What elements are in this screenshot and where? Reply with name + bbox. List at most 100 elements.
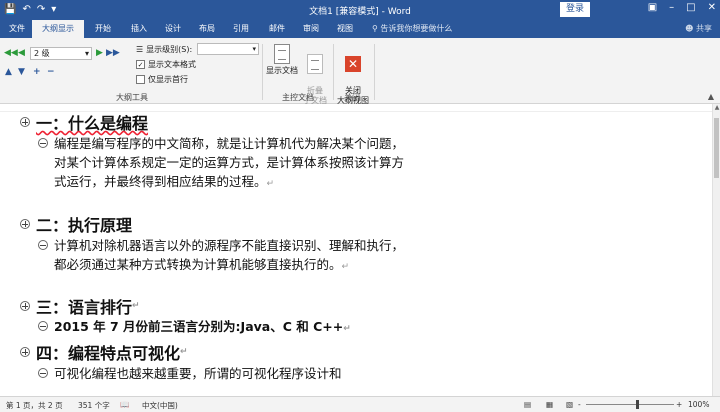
outline-body-1[interactable]: 编程是编写程序的中文简称，就是让计算机代为解决某个问题，对某个计算体系规定一定的…: [38, 134, 414, 194]
heading-text: 三：语言排行: [36, 298, 133, 317]
word-count[interactable]: 351 个字: [78, 400, 110, 411]
body-text-icon: [38, 240, 48, 250]
expand-heading-icon[interactable]: [20, 347, 30, 357]
read-mode-icon[interactable]: ▤: [524, 400, 531, 409]
title-bar: 💾 ↶ ↷ ▾ 文档1 [兼容模式] - Word 登录 ▣ – □ ✕: [0, 0, 720, 20]
expand-heading-icon[interactable]: [20, 117, 30, 127]
share-button[interactable]: ☻ 共享: [685, 20, 712, 38]
login-button[interactable]: 登录: [560, 2, 590, 17]
show-document-button[interactable]: 显示文档: [266, 44, 298, 76]
heading-text: 一：什么是编程: [36, 114, 149, 133]
status-bar: 第 1 页，共 2 页 351 个字 📖 中文(中国) ▤ ▦ ▧ - + 10…: [0, 396, 720, 412]
proofing-icon[interactable]: 📖: [120, 400, 129, 409]
customize-icon[interactable]: ▾: [51, 2, 56, 18]
close-icon[interactable]: ✕: [708, 2, 716, 13]
vertical-scrollbar[interactable]: ▲: [712, 104, 720, 396]
web-layout-icon[interactable]: ▧: [566, 400, 573, 409]
promote-to-heading1-icon[interactable]: ◀◀: [4, 48, 18, 58]
body-text: 编程是编写程序的中文简称，就是让计算机代为解决某个问题，对某个计算体系规定一定的…: [54, 136, 405, 189]
zoom-out-button[interactable]: -: [578, 400, 581, 409]
page-count[interactable]: 第 1 页，共 2 页: [6, 400, 63, 411]
tab-home[interactable]: 开始: [88, 20, 118, 38]
close-group-label: 关闭: [344, 93, 360, 102]
outline-level-select[interactable]: 2 级 ▾: [30, 47, 92, 60]
window-controls: ▣ – □ ✕: [648, 2, 716, 13]
close-x-icon: ✕: [345, 56, 361, 72]
move-down-icon[interactable]: ▼: [18, 67, 25, 77]
expand-heading-icon[interactable]: [20, 219, 30, 229]
show-level-label: 显示级别(S):: [146, 45, 193, 54]
minimize-icon[interactable]: –: [669, 2, 674, 13]
tab-layout[interactable]: 布局: [192, 20, 222, 38]
ribbon-tabs: 文件 大纲显示 开始 插入 设计 布局 引用 邮件 审阅 视图 ⚲ 告诉我你想要…: [0, 20, 720, 38]
subdocument-icon: [307, 54, 323, 74]
zoom-slider-thumb[interactable]: [636, 400, 639, 409]
outline-heading-2[interactable]: 二：执行原理: [20, 212, 132, 236]
zoom-level[interactable]: 100%: [688, 400, 709, 409]
tab-references[interactable]: 引用: [226, 20, 256, 38]
group-separator: [262, 44, 263, 100]
window-title: 文档1 [兼容模式] - Word: [309, 7, 411, 17]
ribbon-display-icon[interactable]: ▣: [648, 2, 657, 13]
outline-body-4[interactable]: 可视化编程也越来越重要，所谓的可视化程序设计和: [38, 364, 414, 383]
body-text-icon: [38, 321, 48, 331]
scrollbar-thumb[interactable]: [714, 118, 719, 178]
maximize-icon[interactable]: □: [686, 2, 695, 13]
body-text: 2015 年 7 月份前三语言分别为:Java、C 和 C++↵: [54, 319, 351, 334]
checkbox-unchecked-icon: [136, 75, 145, 84]
print-layout-icon[interactable]: ▦: [546, 400, 553, 409]
tab-mailings[interactable]: 邮件: [262, 20, 292, 38]
outline-body-3[interactable]: 2015 年 7 月份前三语言分别为:Java、C 和 C++↵: [38, 317, 414, 339]
tab-design[interactable]: 设计: [158, 20, 188, 38]
save-icon[interactable]: 💾: [4, 2, 16, 18]
scroll-up-icon[interactable]: ▲: [713, 104, 720, 111]
tab-file[interactable]: 文件: [6, 20, 28, 38]
undo-icon[interactable]: ↶: [22, 2, 30, 18]
show-first-line-checkbox[interactable]: 仅显示首行: [136, 74, 188, 85]
show-text-format-label: 显示文本格式: [148, 60, 196, 69]
promote-icon[interactable]: ◀: [18, 48, 25, 58]
zoom-slider[interactable]: [586, 404, 674, 405]
show-document-label: 显示文档: [266, 66, 298, 75]
person-icon: ☻: [685, 24, 694, 33]
outline-heading-1[interactable]: 一：什么是编程: [20, 110, 148, 134]
document-area[interactable]: 一：什么是编程 编程是编写程序的中文简称，就是让计算机代为解决某个问题，对某个计…: [0, 104, 720, 396]
tab-outline[interactable]: 大纲显示: [32, 20, 84, 38]
outline-body-2[interactable]: 计算机对除机器语言以外的源程序不能直接识别、理解和执行，都必须通过某种方式转换为…: [38, 236, 414, 277]
show-text-format-checkbox[interactable]: ✓ 显示文本格式: [136, 59, 196, 70]
group-separator: [333, 44, 334, 100]
show-level-icon: ☰: [136, 45, 144, 54]
heading-text: 二：执行原理: [36, 216, 133, 235]
outline-tools-group-label: 大纲工具: [116, 93, 148, 102]
zoom-in-button[interactable]: +: [676, 400, 682, 409]
chevron-down-icon: ▾: [252, 45, 256, 53]
outline-level-value: 2 级: [34, 49, 50, 58]
tab-review[interactable]: 审阅: [296, 20, 326, 38]
tell-me-text: 告诉我你想要做什么: [380, 24, 453, 33]
tab-insert[interactable]: 插入: [124, 20, 154, 38]
body-text: 可视化编程也越来越重要，所谓的可视化程序设计和: [54, 366, 342, 381]
body-text: 计算机对除机器语言以外的源程序不能直接识别、理解和执行，都必须通过某种方式转换为…: [54, 238, 405, 272]
collapse-icon[interactable]: −: [47, 67, 55, 77]
demote-icon[interactable]: ▶: [96, 48, 103, 58]
chevron-down-icon: ▾: [84, 49, 89, 58]
body-text-icon: [38, 138, 48, 148]
redo-icon[interactable]: ↷: [37, 2, 45, 18]
quick-access-toolbar: 💾 ↶ ↷ ▾: [4, 2, 56, 18]
outline-heading-3[interactable]: 三：语言排行 ↵: [20, 294, 140, 318]
collapse-ribbon-icon[interactable]: ▲: [708, 92, 714, 101]
show-level-label-row: ☰ 显示级别(S):: [136, 44, 192, 55]
demote-to-body-icon[interactable]: ▶▶: [106, 48, 120, 58]
language-indicator[interactable]: 中文(中国): [142, 400, 178, 411]
tell-me-box[interactable]: ⚲ 告诉我你想要做什么: [372, 20, 452, 38]
expand-heading-icon[interactable]: [20, 301, 30, 311]
expand-icon[interactable]: +: [33, 67, 41, 77]
document-icon: [274, 44, 290, 64]
tab-view[interactable]: 视图: [330, 20, 360, 38]
group-separator: [374, 44, 375, 100]
move-up-icon[interactable]: ▲: [5, 67, 12, 77]
outline-heading-4[interactable]: 四：编程特点可视化 ↵: [20, 340, 188, 364]
show-level-select[interactable]: ▾: [197, 43, 259, 55]
master-document-group-label: 主控文档: [282, 93, 314, 102]
checkbox-checked-icon: ✓: [136, 60, 145, 69]
